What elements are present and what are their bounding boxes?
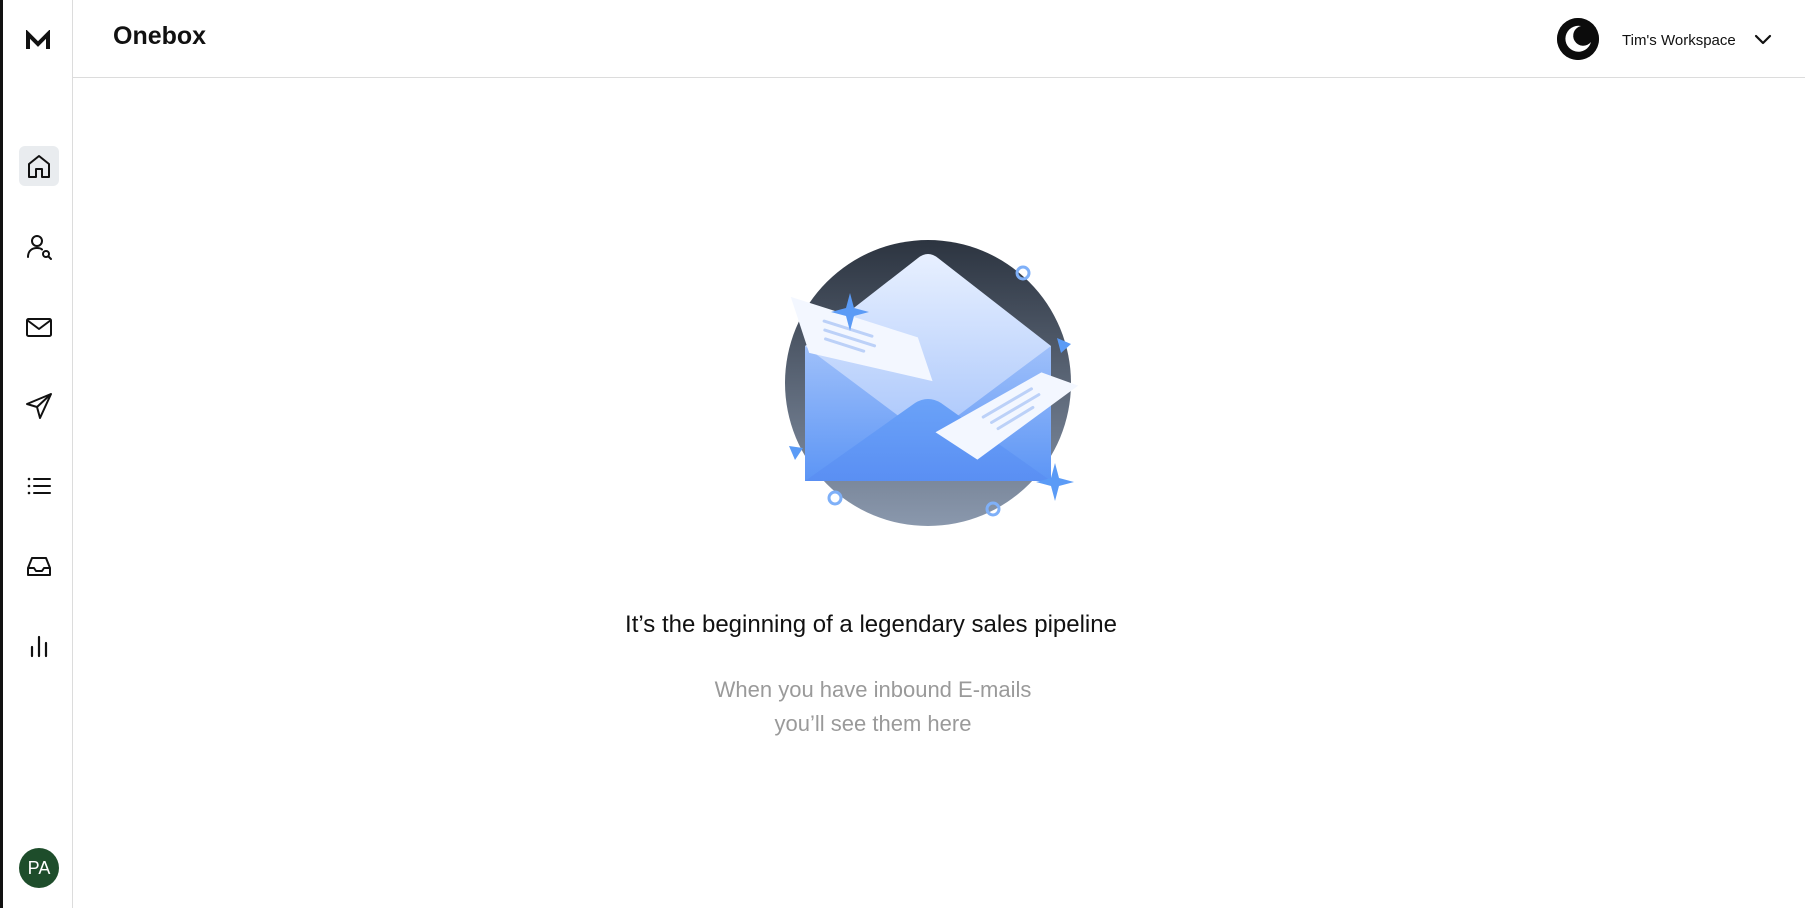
top-header: Onebox Tim's Workspace (73, 0, 1805, 78)
open-envelope-illustration (753, 238, 1093, 548)
workspace-switcher[interactable]: Tim's Workspace (1622, 28, 1774, 52)
sidebar-item-campaigns[interactable] (19, 386, 59, 426)
empty-state-title: It’s the beginning of a legendary sales … (625, 611, 1117, 638)
sidebar-item-leads[interactable] (19, 227, 59, 267)
empty-state-subtitle: When you have inbound E-mails you’ll see… (7, 673, 1739, 741)
logo-icon (26, 29, 50, 49)
avatar[interactable]: PA (19, 848, 59, 888)
theme-toggle-button[interactable] (1557, 18, 1599, 60)
app-logo[interactable] (25, 29, 51, 52)
sidebar-item-onebox[interactable] (19, 546, 59, 586)
sidebar: PA (3, 0, 73, 908)
sidebar-item-lists[interactable] (19, 466, 59, 506)
workspace-name: Tim's Workspace (1622, 31, 1736, 49)
moon-icon (1557, 18, 1599, 60)
empty-state-subtitle-line1: When you have inbound E-mails (714, 677, 1032, 702)
mail-icon (26, 318, 52, 337)
page-title: Onebox (113, 22, 207, 50)
user-search-icon (27, 235, 52, 260)
list-icon (27, 477, 51, 495)
sidebar-item-home[interactable] (19, 146, 59, 186)
home-icon (28, 155, 50, 178)
sidebar-item-mail[interactable] (19, 307, 59, 347)
send-icon (26, 393, 52, 419)
inbox-icon (27, 557, 51, 576)
empty-state-subtitle-line2: you’ll see them here (774, 711, 972, 736)
chevron-down-icon (1754, 34, 1771, 45)
onebox-empty-state: It’s the beginning of a legendary sales … (73, 78, 1805, 908)
